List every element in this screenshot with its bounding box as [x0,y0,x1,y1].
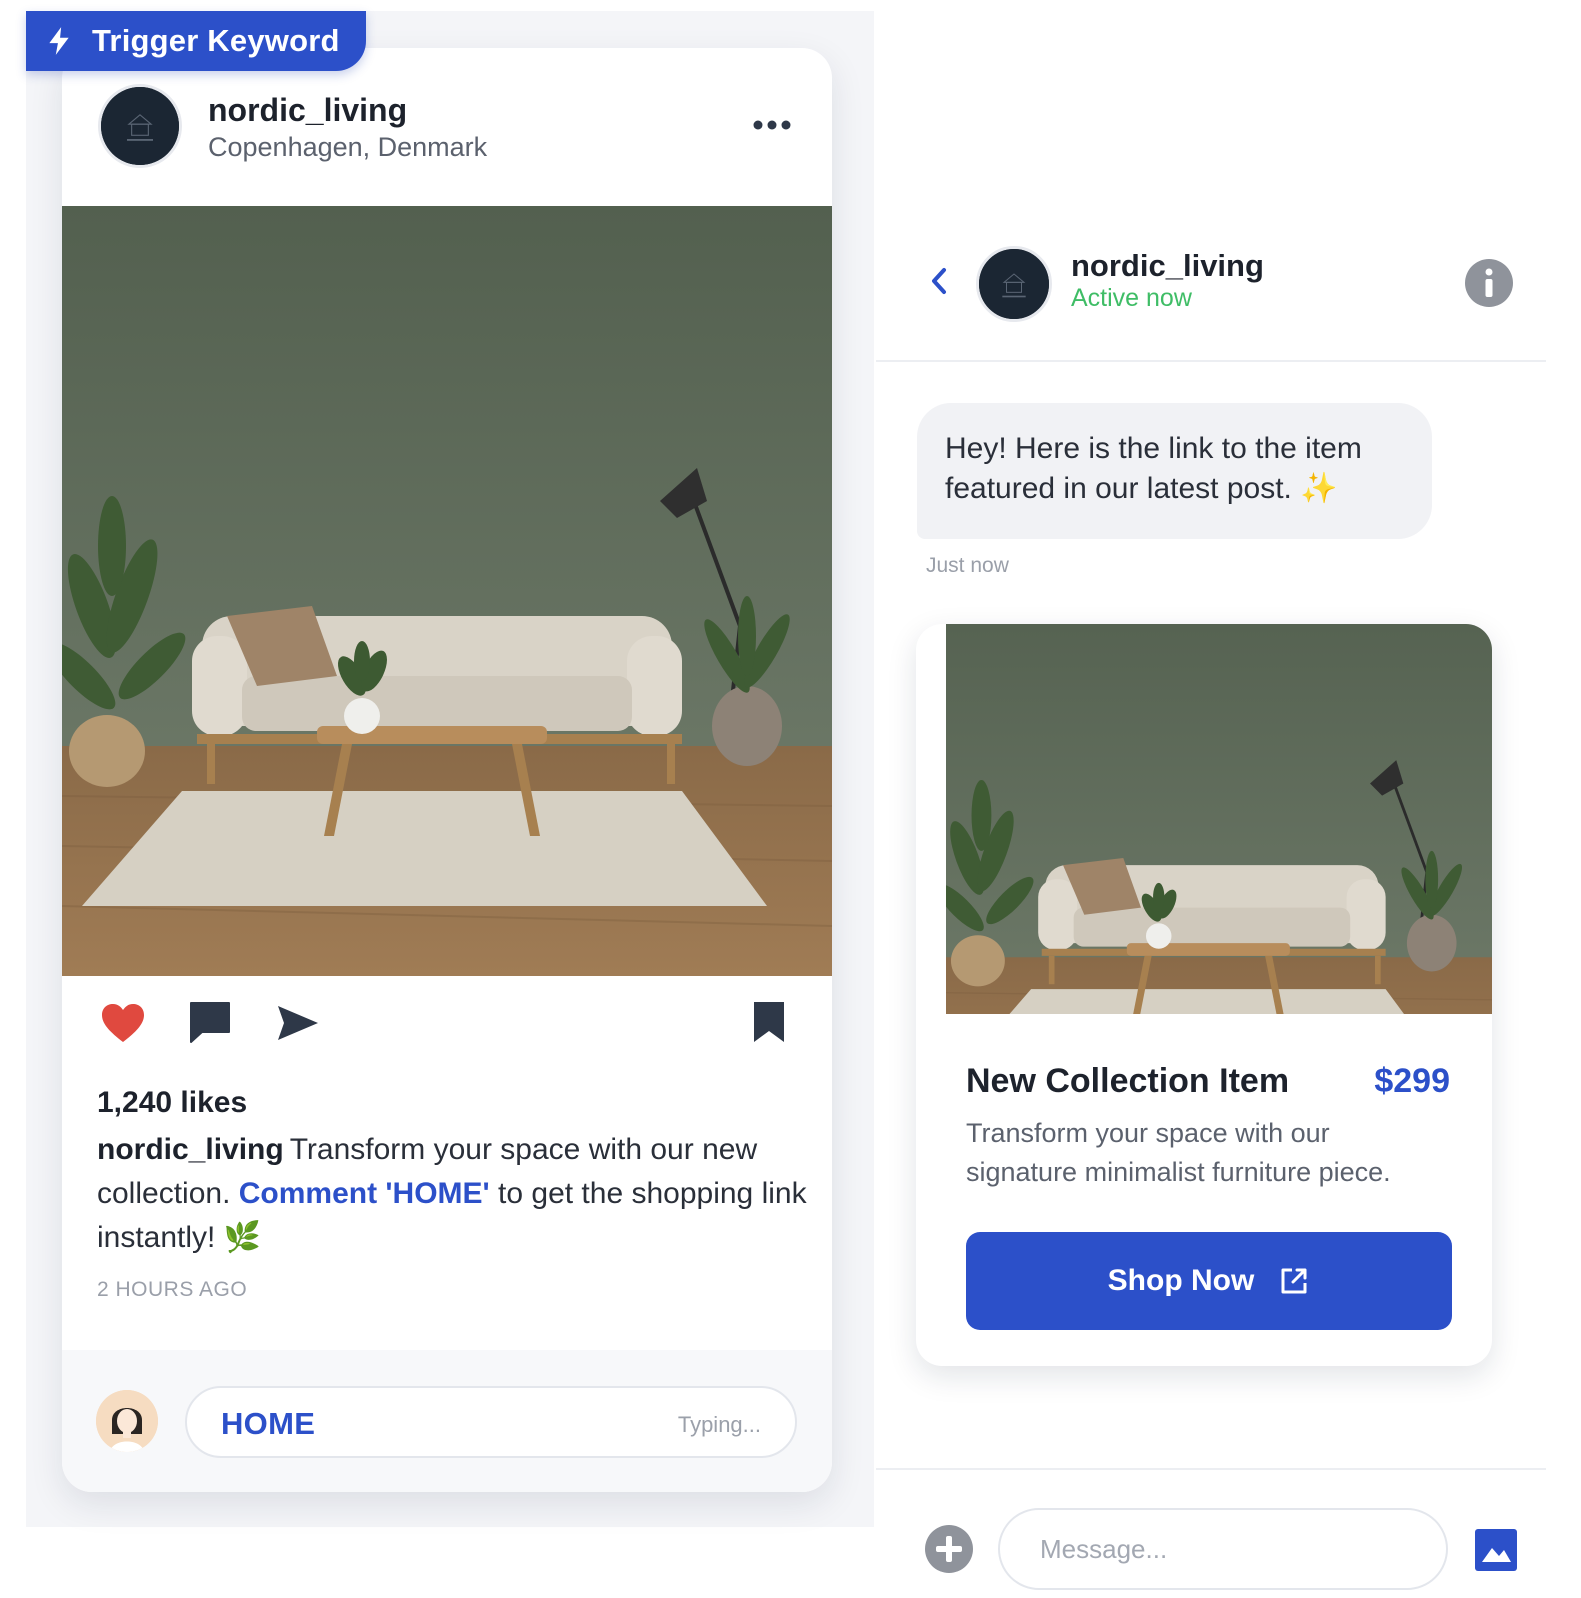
message-input[interactable] [998,1508,1448,1590]
post-card: nordic_living Copenhagen, Denmark 1,240 … [62,48,832,1492]
post-timestamp: 2 HOURS AGO [97,1278,248,1301]
send-icon[interactable] [276,1004,320,1042]
info-icon[interactable] [1464,258,1514,308]
product-title: New Collection Item [966,1062,1290,1100]
heart-icon[interactable] [100,1002,146,1044]
more-options-icon[interactable] [752,118,792,132]
caption-username[interactable]: nordic_living [97,1133,284,1166]
avatar[interactable] [976,246,1052,322]
message-bubble: Hey! Here is the link to the item featur… [917,403,1432,539]
trigger-keyword-badge: Trigger Keyword [26,11,366,71]
post-header: nordic_living Copenhagen, Denmark [62,48,832,206]
likes-count[interactable]: 1,240 likes [97,1086,247,1120]
comment-input[interactable]: HOME Typing... [185,1386,797,1458]
comment-bar: HOME Typing... [62,1350,832,1492]
typing-indicator: Typing... [677,1412,761,1437]
post-action-row [62,998,832,1058]
post-username[interactable]: nordic_living [208,92,407,129]
trigger-keyword-label: Trigger Keyword [92,23,340,58]
lightning-icon [49,27,69,55]
product-card: New Collection Item $299 Transform your … [916,624,1492,1366]
product-image[interactable] [946,624,1492,1014]
product-description: Transform your space with our signature … [966,1118,1391,1187]
shop-now-label: Shop Now [1107,1264,1255,1297]
comment-input-value: HOME [221,1406,316,1441]
plus-icon[interactable] [924,1524,974,1574]
user-avatar-icon [96,1390,158,1452]
post-image[interactable] [62,206,832,976]
brand-logo-icon [101,87,179,165]
avatar [96,1390,158,1452]
caption-keyword: Comment 'HOME' [238,1177,490,1210]
comment-icon[interactable] [188,1000,232,1044]
brand-logo-icon [979,249,1049,319]
chat-username[interactable]: nordic_living [1071,248,1264,284]
post-location[interactable]: Copenhagen, Denmark [208,132,487,163]
bookmark-icon[interactable] [752,1000,786,1044]
message-timestamp: Just now [926,554,1009,577]
chat-status: Active now [1071,284,1192,312]
composer-divider [876,1468,1546,1470]
avatar[interactable] [98,84,182,168]
shop-now-button[interactable]: Shop Now [966,1232,1452,1330]
product-price: $299 [1374,1062,1450,1100]
back-icon[interactable] [928,264,950,298]
post-caption: nordic_living Transform your space with o… [97,1128,807,1260]
external-link-icon [1281,1268,1307,1294]
image-icon[interactable] [1474,1528,1518,1572]
chat-header: nordic_living Active now [876,230,1546,362]
